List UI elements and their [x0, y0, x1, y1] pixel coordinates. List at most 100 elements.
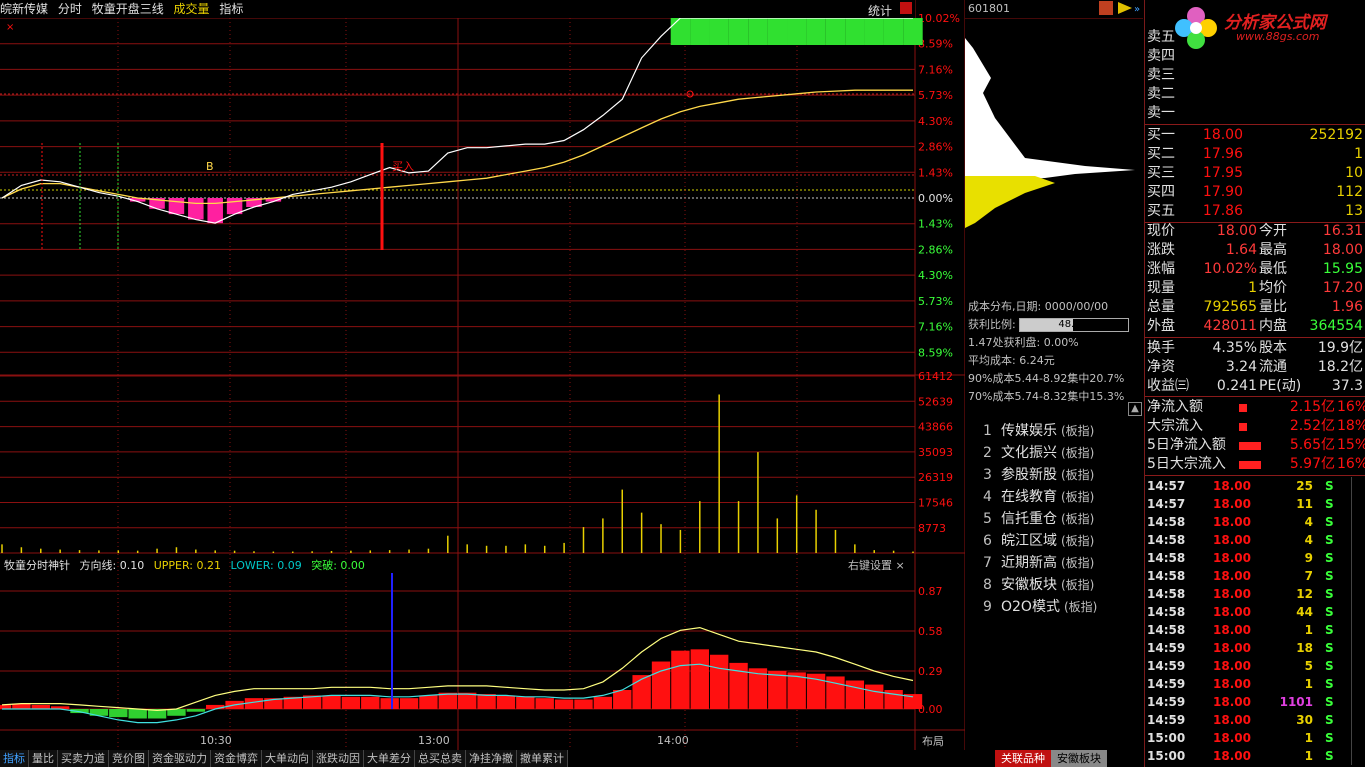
block-item[interactable]: 8 安徽板块 (板指) — [983, 574, 1097, 596]
tab-9[interactable]: 总买总卖 — [415, 750, 466, 767]
tab-1[interactable]: 量比 — [29, 750, 58, 767]
divider — [1145, 396, 1365, 397]
quote-row: 收益㈢ 0.241 PE(动) 37.3 — [1147, 377, 1365, 396]
tick-row: 14:59 18.00 1 S — [1145, 675, 1365, 693]
right-key-settings[interactable]: 右键设置 × — [848, 557, 905, 573]
volume-label[interactable]: 成交量 — [174, 2, 210, 16]
block-item[interactable]: 2 文化振兴 (板指) — [983, 442, 1097, 464]
arrow-icon[interactable]: » — [1134, 4, 1140, 15]
tick-cell: 18.00 — [1213, 569, 1251, 583]
cost-profile-white — [965, 38, 1135, 183]
quote-row: 卖三 — [1147, 66, 1365, 85]
tab-11[interactable]: 撤单累计 — [517, 750, 568, 767]
price-axis-label: 7.16% — [918, 63, 953, 76]
tab-7[interactable]: 涨跌动因 — [313, 750, 364, 767]
quote-row: 卖二 — [1147, 85, 1365, 104]
volume-axis-label: 35093 — [918, 446, 953, 459]
price-axis-label: 4.30% — [918, 269, 953, 282]
block-n: 9 — [983, 599, 992, 615]
indicator-title[interactable]: 牧童分时神针 — [4, 559, 70, 572]
profit-ratio-bar: 48.7% — [1019, 318, 1130, 332]
stock-code: 601801 — [968, 2, 1010, 15]
indicator-header: 牧童分时神针 方向线: 0.10 UPPER: 0.21 LOWER: 0.09… — [4, 557, 371, 573]
limit-up-bar — [864, 18, 884, 45]
indicator-bar — [361, 696, 380, 709]
tab-5[interactable]: 资金博弈 — [211, 750, 262, 767]
stock-name[interactable]: 皖新传媒 — [0, 2, 48, 16]
price-axis-label: 8.59% — [918, 346, 953, 359]
tick-cell: 14:58 — [1147, 515, 1186, 529]
settings-label: 右键设置 — [848, 559, 892, 572]
quote-cell: 17.95 — [1202, 165, 1243, 181]
quote-cell: 10 — [1345, 165, 1363, 181]
close-icon[interactable]: × — [896, 559, 905, 572]
cost-title: 成本分布,日期: 0000/00/00 — [968, 300, 1109, 313]
quote-cell: 总量 — [1147, 299, 1175, 315]
time-axis-label: 14:00 — [657, 734, 689, 747]
cost-distribution-chart[interactable] — [965, 18, 1143, 298]
tab-anhui-block[interactable]: 安徽板块 — [1051, 750, 1107, 767]
tick-cell: 14:58 — [1147, 551, 1186, 565]
price-axis-label: 1.43% — [918, 166, 953, 179]
quote-cell: 涨跌 — [1147, 242, 1175, 258]
mode-label[interactable]: 分时 — [58, 2, 82, 16]
indicator-bar — [593, 696, 613, 709]
tab-related-variety[interactable]: 关联品种 — [995, 750, 1051, 767]
quote-cell: 换手 — [1147, 340, 1175, 356]
block-item[interactable]: 4 在线教育 (板指) — [983, 486, 1097, 508]
tick-cell: 30 — [1296, 713, 1313, 727]
tick-cell: S — [1325, 659, 1334, 673]
flag-icon[interactable] — [1118, 2, 1132, 14]
scroll-up-icon[interactable]: ▲ — [1128, 402, 1142, 416]
close-icon[interactable] — [900, 2, 912, 14]
volume-axis-label: 26319 — [918, 471, 953, 484]
quote-cell: 5.97亿 — [1289, 456, 1335, 472]
tick-cell: 4 — [1304, 515, 1313, 529]
tick-cell: 14:59 — [1147, 641, 1186, 655]
tool-icons[interactable]: » — [1098, 0, 1142, 16]
quote-row: 总量 792565 量比 1.96 — [1147, 298, 1365, 317]
quote-cell: 18% — [1337, 418, 1365, 434]
tab-8[interactable]: 大单差分 — [364, 750, 415, 767]
quote-cell: 15% — [1337, 437, 1365, 453]
indicator-bar — [671, 650, 690, 709]
indicator-name[interactable]: 牧童开盘三线 — [92, 2, 164, 16]
quote-row: 净流入额 2.15亿16% — [1147, 398, 1365, 417]
quote-cell: PE(动) — [1259, 378, 1302, 394]
tick-scrollbar[interactable] — [1351, 477, 1364, 765]
tab-0[interactable]: 指标 — [0, 750, 29, 767]
tab-4[interactable]: 资金驱动力 — [149, 750, 211, 767]
quote-cell: 18.2亿 — [1317, 359, 1363, 375]
note-icon[interactable] — [1099, 1, 1113, 15]
tick-cell: 1 — [1304, 731, 1313, 745]
layout-button[interactable]: 布局 — [922, 733, 944, 749]
quote-cell: 17.90 — [1202, 184, 1243, 200]
tab-2[interactable]: 买卖力道 — [58, 750, 109, 767]
block-item[interactable]: 5 信托重仓 (板指) — [983, 508, 1097, 530]
upper-value: UPPER: 0.21 — [153, 559, 221, 572]
profit-ratio-row: 获利比例: 48.7% — [968, 316, 1130, 334]
block-item[interactable]: 3 参股新股 (板指) — [983, 464, 1097, 486]
tick-cell: 18.00 — [1213, 677, 1251, 691]
price-axis-label: 7.16% — [918, 321, 953, 334]
block-item[interactable]: 9 O2O模式 (板指) — [983, 596, 1097, 618]
block-item[interactable]: 1 传媒娱乐 (板指) — [983, 420, 1097, 442]
indicator-bar — [516, 696, 535, 709]
tick-cell: S — [1325, 569, 1334, 583]
quote-cell: 买五 — [1147, 203, 1175, 219]
quote-cell: 17.20 — [1322, 280, 1363, 296]
block-item[interactable]: 6 皖江区域 (板指) — [983, 530, 1097, 552]
stats-button[interactable]: 统计 — [868, 2, 892, 19]
chart-area[interactable]: 10.02% 8.59% 7.16% 5.73% 4.30% 2.86% 1.43% 0.00… — [0, 0, 965, 750]
tab-6[interactable]: 大单动向 — [262, 750, 313, 767]
tab-3[interactable]: 竞价图 — [109, 750, 149, 767]
index-label[interactable]: 指标 — [219, 2, 243, 16]
block-nm: 参股新股 — [1001, 467, 1057, 483]
tab-10[interactable]: 净挂净撤 — [466, 750, 517, 767]
indicator-bar — [865, 684, 884, 709]
cost-70: 70%成本5.74-8.32集中15.3% — [968, 390, 1125, 403]
block-nm: O2O模式 — [1001, 599, 1060, 615]
quote-cell: 涨幅 — [1147, 261, 1175, 277]
block-item[interactable]: 7 近期新高 (板指) — [983, 552, 1097, 574]
indicator-bar — [31, 704, 50, 709]
